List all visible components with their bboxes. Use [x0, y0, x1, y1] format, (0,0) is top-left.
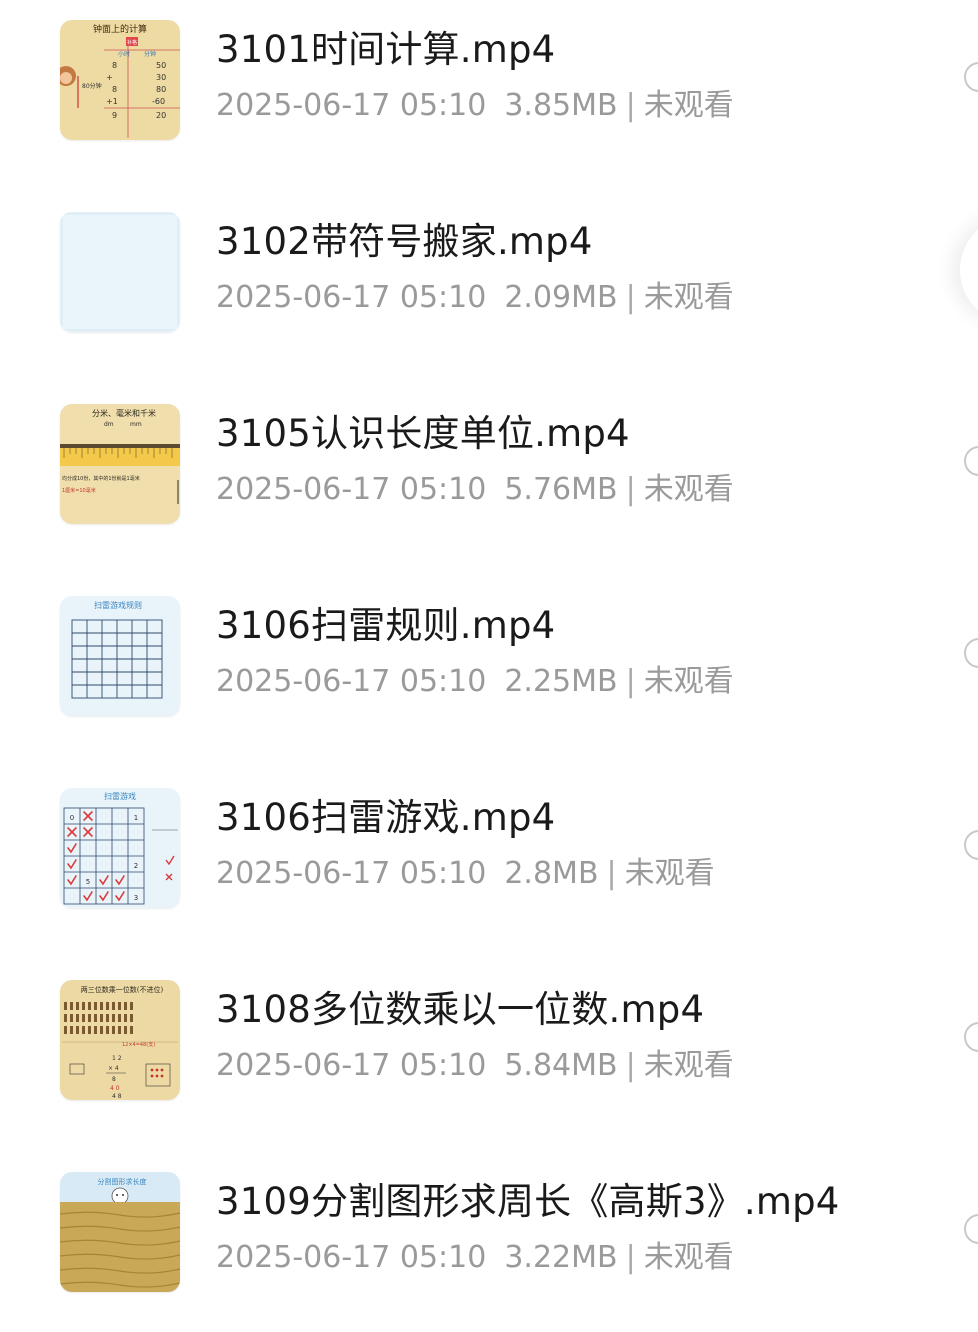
watch-status: 未观看 [624, 856, 715, 891]
thumb-title: 扫雷游戏 [104, 791, 136, 801]
thumb-title: 扫雷游戏规则 [94, 600, 142, 610]
video-thumbnail[interactable]: 扫雷游戏规则 [60, 596, 180, 716]
thumb-n4: 3 [134, 894, 138, 902]
file-meta: 2025-06-17 05:10 3.85MB | 未观看 [216, 86, 734, 126]
file-meta: 2025-06-17 05:10 2.09MB | 未观看 [216, 278, 734, 318]
video-thumbnail[interactable]: 钟面上的计算 补格 小时 分钟 8 50 + 30 8 80 +1 -60 9 … [60, 20, 180, 140]
file-date: 2025-06-17 05:10 [216, 472, 487, 507]
select-radio[interactable] [964, 446, 978, 476]
file-name[interactable]: 3105认识长度单位.mp4 [216, 410, 630, 458]
file-date: 2025-06-17 05:10 [216, 856, 487, 891]
video-thumbnail[interactable]: 分割图形求长度 [60, 1172, 180, 1292]
video-thumbnail[interactable]: 扫雷游戏 0 1 2 5 3 [60, 788, 180, 908]
video-thumbnail[interactable]: 两三位数乘一位数(不进位) 12×4=48(支) 1 2 × 4 8 4 0 4… [60, 980, 180, 1100]
svg-text:4 8: 4 8 [112, 1093, 122, 1100]
svg-text:30: 30 [156, 73, 166, 82]
file-size: 3.85MB [504, 88, 618, 123]
select-radio[interactable] [964, 638, 978, 668]
meta-separator: | [625, 664, 636, 699]
svg-text:+1: +1 [106, 97, 118, 106]
file-list-page: 钟面上的计算 补格 小时 分钟 8 50 + 30 8 80 +1 -60 9 … [0, 0, 978, 1332]
svg-text:1 2: 1 2 [112, 1055, 122, 1062]
file-name[interactable]: 3108多位数乘以一位数.mp4 [216, 986, 704, 1034]
svg-text:8: 8 [112, 61, 117, 70]
thumb-sub2: mm [130, 421, 142, 428]
svg-text:20: 20 [156, 111, 166, 120]
file-row[interactable]: 分割图形求长度 3109分割图形求周长《高斯3》.mp4 2025-06-17 … [0, 1152, 978, 1332]
svg-text:50: 50 [156, 61, 166, 70]
select-radio[interactable] [964, 1214, 978, 1244]
thumb-note: 80分钟 [82, 82, 102, 90]
svg-text:9: 9 [112, 111, 117, 120]
file-name[interactable]: 3106扫雷规则.mp4 [216, 602, 555, 650]
meta-separator: | [625, 1048, 636, 1083]
file-name[interactable]: 3102带符号搬家.mp4 [216, 218, 593, 266]
file-size: 2.09MB [504, 280, 618, 315]
file-row[interactable]: 两三位数乘一位数(不进位) 12×4=48(支) 1 2 × 4 8 4 0 4… [0, 960, 978, 1152]
file-date: 2025-06-17 05:10 [216, 88, 487, 123]
svg-text:80: 80 [156, 85, 166, 94]
thumb-title: 两三位数乘一位数(不进位) [81, 985, 164, 994]
thumb-n1: 1 [134, 814, 138, 822]
file-name[interactable]: 3109分割图形求周长《高斯3》.mp4 [216, 1178, 840, 1226]
thumb-col1: 小时 [118, 50, 130, 58]
file-row[interactable]: 钟面上的计算 补格 小时 分钟 8 50 + 30 8 80 +1 -60 9 … [0, 0, 978, 192]
svg-text:+: + [106, 73, 113, 82]
thumb-n3: 5 [86, 878, 90, 886]
watch-status: 未观看 [643, 664, 734, 699]
video-thumbnail[interactable]: 分米、毫米和千米 dm mm 均分成10份，其中的1份就是1毫米 1厘米=10毫… [60, 404, 180, 524]
file-meta: 2025-06-17 05:10 3.22MB | 未观看 [216, 1238, 734, 1278]
select-radio[interactable] [964, 62, 978, 92]
watch-status: 未观看 [643, 280, 734, 315]
file-meta: 2025-06-17 05:10 5.76MB | 未观看 [216, 470, 734, 510]
file-row[interactable]: 分米、毫米和千米 dm mm 均分成10份，其中的1份就是1毫米 1厘米=10毫… [0, 384, 978, 576]
file-size: 3.22MB [504, 1240, 618, 1275]
select-radio[interactable] [964, 830, 978, 860]
meta-separator: | [625, 280, 636, 315]
file-meta: 2025-06-17 05:10 2.25MB | 未观看 [216, 662, 734, 702]
thumb-n5: 0 [70, 814, 74, 822]
file-meta: 2025-06-17 05:10 5.84MB | 未观看 [216, 1046, 734, 1086]
meta-separator: | [625, 1240, 636, 1275]
file-name[interactable]: 3106扫雷游戏.mp4 [216, 794, 555, 842]
select-radio[interactable] [964, 1022, 978, 1052]
file-meta: 2025-06-17 05:10 2.8MB | 未观看 [216, 854, 715, 894]
watch-status: 未观看 [643, 1048, 734, 1083]
thumb-title: 分米、毫米和千米 [92, 408, 156, 418]
svg-text:-60: -60 [152, 97, 165, 106]
meta-separator: | [606, 856, 617, 891]
svg-text:4 0: 4 0 [110, 1085, 120, 1092]
meta-separator: | [625, 88, 636, 123]
file-row[interactable]: 扫雷游戏规则 3106扫雷规则.mp4 2025-06-17 05:10 2.25… [0, 576, 978, 768]
file-date: 2025-06-17 05:10 [216, 664, 487, 699]
file-date: 2025-06-17 05:10 [216, 280, 487, 315]
thumb-title: 钟面上的计算 [93, 23, 147, 35]
file-row[interactable]: 扫雷游戏 0 1 2 5 3 3106扫雷游戏.mp4 2025-06-17 0… [0, 768, 978, 960]
file-date: 2025-06-17 05:10 [216, 1240, 487, 1275]
file-date: 2025-06-17 05:10 [216, 1048, 487, 1083]
thumb-col2: 分钟 [144, 50, 156, 58]
thumb-n2: 2 [134, 862, 138, 870]
svg-text:× 4: × 4 [108, 1065, 119, 1072]
thumb-sub1: dm [104, 421, 114, 428]
meta-separator: | [625, 472, 636, 507]
svg-text:8: 8 [112, 85, 117, 94]
file-name[interactable]: 3101时间计算.mp4 [216, 26, 555, 74]
watch-status: 未观看 [643, 88, 734, 123]
thumb-line1: 均分成10份，其中的1份就是1毫米 [62, 475, 140, 482]
file-size: 2.8MB [504, 856, 599, 891]
file-size: 5.84MB [504, 1048, 618, 1083]
thumb-badge: 补格 [127, 39, 137, 46]
video-thumbnail[interactable] [60, 212, 180, 332]
watch-status: 未观看 [643, 1240, 734, 1275]
svg-text:8: 8 [112, 1076, 116, 1083]
file-size: 2.25MB [504, 664, 618, 699]
file-size: 5.76MB [504, 472, 618, 507]
watch-status: 未观看 [643, 472, 734, 507]
thumb-title: 分割图形求长度 [98, 1177, 147, 1186]
file-row[interactable]: 3102带符号搬家.mp4 2025-06-17 05:10 2.09MB | 未观看 [0, 192, 978, 384]
thumb-line2: 1厘米=10毫米 [62, 487, 96, 494]
